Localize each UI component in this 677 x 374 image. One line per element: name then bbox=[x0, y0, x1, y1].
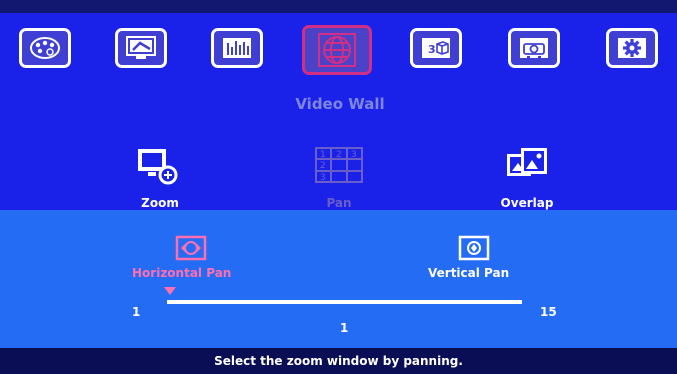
screen-top-edge bbox=[0, 0, 677, 13]
cube-icon: 3 bbox=[422, 38, 450, 58]
tab-display[interactable] bbox=[115, 28, 167, 68]
active-tab-title: Video Wall bbox=[295, 95, 385, 113]
vertical-pan-icon bbox=[458, 235, 490, 261]
palette-icon bbox=[30, 37, 60, 59]
globe-grid-icon bbox=[318, 33, 356, 67]
tab-projector[interactable] bbox=[508, 28, 560, 68]
horizontal-pan-icon bbox=[175, 235, 207, 261]
pan-settings-panel bbox=[0, 210, 677, 348]
status-bar: Select the zoom window by panning. bbox=[0, 348, 677, 374]
vertical-pan-option[interactable] bbox=[458, 235, 490, 265]
pan-grid-icon: 123 23 bbox=[315, 147, 363, 183]
tab-picture[interactable] bbox=[19, 28, 71, 68]
tab-audio[interactable] bbox=[211, 28, 263, 68]
pan-slider-track[interactable] bbox=[167, 300, 522, 304]
vertical-pan-label: Vertical Pan bbox=[428, 266, 510, 280]
slider-max-value: 15 bbox=[540, 305, 557, 319]
tab-3d[interactable]: 3 bbox=[410, 28, 462, 68]
overlap-item[interactable] bbox=[505, 146, 549, 188]
svg-text:3: 3 bbox=[428, 43, 436, 56]
svg-text:3: 3 bbox=[351, 150, 357, 160]
monitor-edit-icon bbox=[126, 36, 156, 59]
horizontal-pan-option[interactable] bbox=[175, 235, 207, 265]
svg-text:1: 1 bbox=[320, 150, 326, 160]
pan-item[interactable]: 123 23 bbox=[314, 146, 364, 188]
tab-settings[interactable] bbox=[606, 28, 658, 68]
slider-current-value: 1 bbox=[340, 321, 349, 335]
equalizer-icon bbox=[223, 38, 251, 58]
projector-icon bbox=[520, 38, 548, 58]
zoom-label: Zoom bbox=[141, 196, 179, 210]
tab-video-wall[interactable] bbox=[302, 25, 372, 75]
pan-label: Pan bbox=[326, 196, 352, 210]
svg-text:3: 3 bbox=[320, 173, 326, 183]
svg-text:2: 2 bbox=[320, 161, 326, 171]
svg-text:2: 2 bbox=[336, 150, 342, 160]
horizontal-pan-label: Horizontal Pan bbox=[132, 266, 232, 280]
zoom-item[interactable] bbox=[135, 146, 181, 190]
zoom-monitor-icon bbox=[138, 149, 178, 185]
overlap-images-icon bbox=[507, 148, 547, 176]
overlap-label: Overlap bbox=[500, 196, 554, 210]
gear-icon bbox=[618, 38, 646, 58]
pan-slider-thumb[interactable] bbox=[164, 287, 176, 295]
slider-min-value: 1 bbox=[132, 305, 141, 319]
